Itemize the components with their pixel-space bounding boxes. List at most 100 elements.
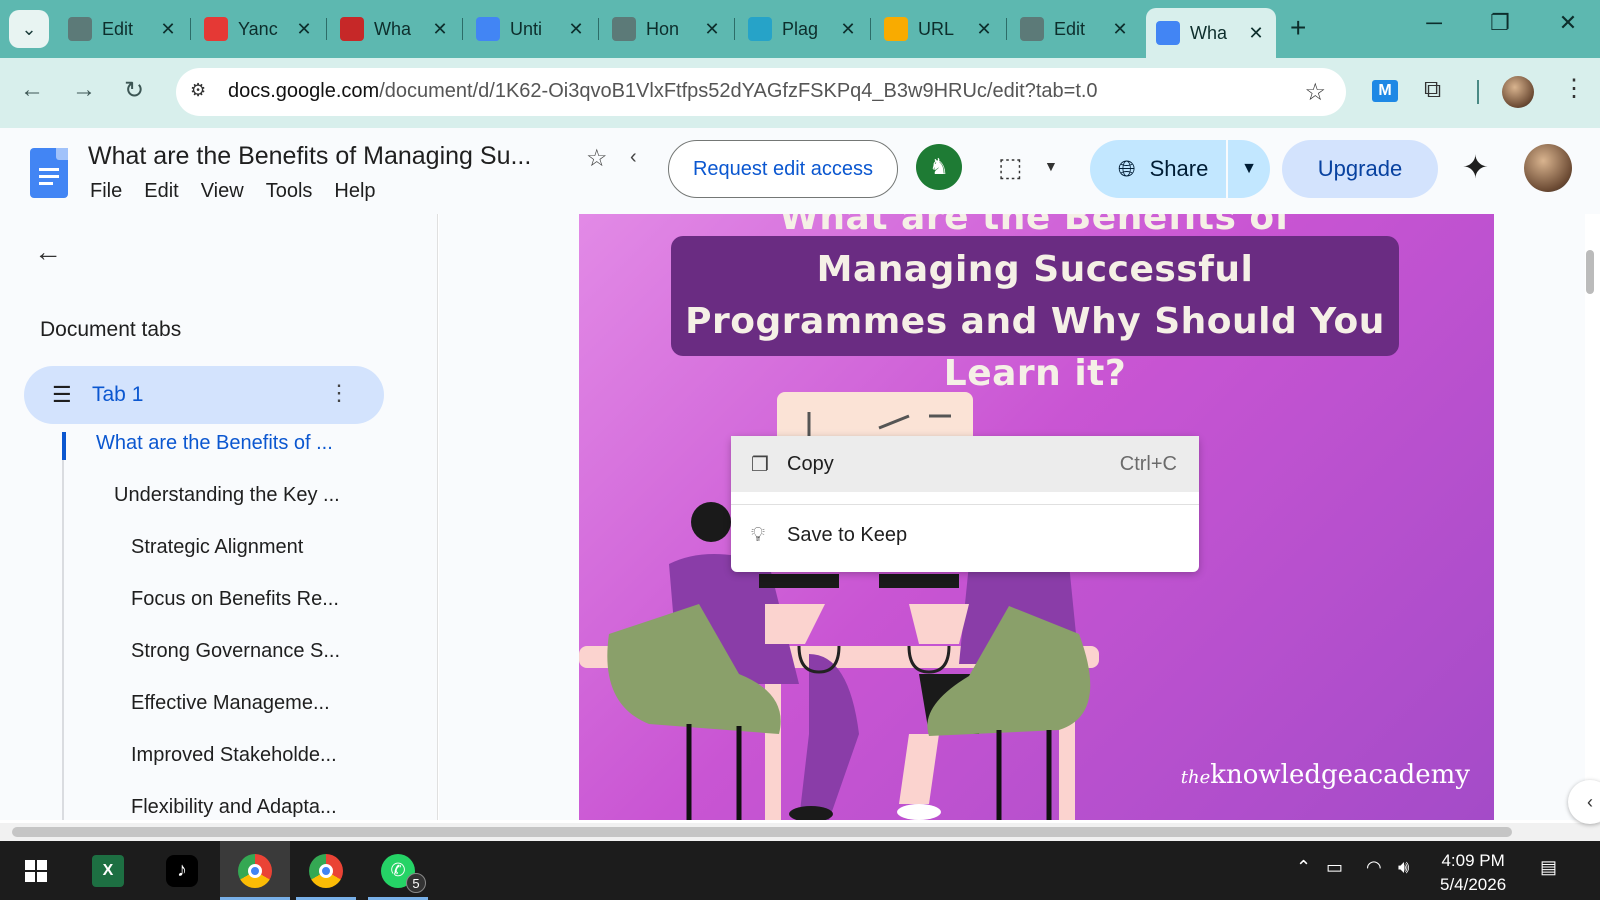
outline-item[interactable]: Effective Manageme... [131,692,330,715]
windows-taskbar: X ♪ ✆ 5 ⌃ ▭ ◠ 🔊︎ 4:09 PM 5/4/2026 ▤ [0,841,1600,900]
close-tab-icon[interactable]: ✕ [838,19,858,40]
back-button[interactable]: ← [20,76,44,104]
outline-item[interactable]: Strategic Alignment [131,536,303,559]
taskbar-excel[interactable]: X [86,841,130,900]
docs-logo-icon[interactable] [30,148,68,198]
gemini-sparkle-icon[interactable]: ✦ [1462,148,1489,186]
outline-item[interactable]: What are the Benefits of ... [96,432,333,455]
copy-menu-item[interactable]: ❐ Copy Ctrl+C [731,436,1199,492]
sidebar-item-tab-1[interactable]: ☰ Tab 1 ⋮ [24,366,384,424]
taskbar-chrome-profile-1[interactable] [220,841,290,900]
menu-tools[interactable]: Tools [266,180,313,203]
back-arrow-icon[interactable]: ← [34,236,62,268]
browser-tab-label: Wha [1190,22,1228,43]
menu-edit[interactable]: Edit [144,180,178,203]
outline-item[interactable]: Understanding the Key ... [114,484,340,507]
battery-icon[interactable]: ▭ [1326,857,1343,878]
excel-icon: X [92,854,124,887]
taskbar-tiktok[interactable]: ♪ [160,841,204,900]
taskbar-chrome-profile-2[interactable] [296,841,356,900]
forward-button[interactable]: → [72,76,96,104]
close-tab-icon[interactable]: ✕ [1110,19,1130,40]
outline-item[interactable]: Flexibility and Adapta... [131,796,337,819]
tab-search-button[interactable]: ⌄ [9,10,49,48]
analytics-icon [884,17,908,41]
outline-item[interactable]: Strong Governance S... [131,640,340,663]
save-to-keep-menu-item[interactable]: 💡︎ Save to Keep [731,507,1199,563]
new-tab-button[interactable]: + [1290,12,1306,44]
browser-tab[interactable]: Edit ✕ [1010,8,1140,50]
browser-tab[interactable]: Hon ✕ [602,8,732,50]
taskbar-whatsapp[interactable]: ✆ 5 [368,841,428,900]
reload-button[interactable]: ↻ [124,76,144,105]
vertical-scrollbar[interactable] [1586,250,1594,294]
restore-button[interactable]: ❐ [1480,10,1520,36]
horizontal-scrollbar[interactable] [12,827,1512,837]
close-tab-icon[interactable]: ✕ [430,19,450,40]
taskbar-clock[interactable]: 4:09 PM 5/4/2026 [1440,849,1506,897]
profile-avatar[interactable] [1502,76,1534,108]
yandex-icon [204,17,228,41]
show-hidden-icons-chevron[interactable]: ⌃ [1296,857,1311,878]
minimize-button[interactable]: ─ [1414,10,1454,36]
close-tab-icon[interactable]: ✕ [974,19,994,40]
share-dropdown-button[interactable]: ▼ [1228,140,1270,198]
browser-tab[interactable]: Yanc ✕ [194,8,324,50]
chevron-left-icon[interactable]: ‹ [630,146,637,169]
tab-separator [870,18,871,40]
save-to-keep-label: Save to Keep [787,523,908,546]
tab-separator [1006,18,1007,40]
close-tab-icon[interactable]: ✕ [702,19,722,40]
browser-menu-icon[interactable]: ⋮ [1562,74,1586,103]
wifi-icon[interactable]: ◠ [1366,857,1382,878]
notifications-icon[interactable]: ▤ [1540,857,1557,878]
menu-file[interactable]: File [90,180,122,203]
browser-tab[interactable]: Edit ✕ [58,8,188,50]
extension-m-icon[interactable]: M [1372,80,1398,102]
close-tab-icon[interactable]: ✕ [294,19,314,40]
document-tabs-heading: Document tabs [40,318,182,341]
c-icon [748,17,772,41]
addon-green-icon[interactable]: ♞ [916,144,962,190]
share-button[interactable]: 🌐︎ Share [1090,140,1226,198]
request-edit-access-button[interactable]: Request edit access [668,140,898,198]
chevron-left-icon: ‹ [1587,791,1593,812]
menu-help[interactable]: Help [334,180,375,203]
volume-icon[interactable]: 🔊︎ [1398,857,1409,878]
start-button[interactable] [14,841,58,900]
menu-view[interactable]: View [201,180,244,203]
tab-options-icon[interactable]: ⋮ [328,380,350,406]
bookmark-star-icon[interactable]: ☆ [1304,78,1326,107]
extensions-puzzle-icon[interactable]: ⧉ [1424,76,1441,104]
chrome-icon [309,853,343,888]
browser-tab[interactable]: Wha ✕ [330,8,460,50]
meet-camera-icon[interactable]: ⬚ [998,152,1023,183]
meet-dropdown-icon[interactable]: ▼ [1044,158,1058,174]
clock-date: 5/4/2026 [1440,875,1507,894]
menu-divider [731,504,1199,505]
document-title[interactable]: What are the Benefits of Managing Su... [88,142,531,171]
browser-tab-label: Plag [782,18,819,39]
outline-item[interactable]: Focus on Benefits Re... [131,588,339,611]
browser-tab-label: Wha [374,18,412,39]
star-icon[interactable]: ☆ [586,144,608,173]
close-window-button[interactable]: ✕ [1548,10,1588,36]
close-tab-icon[interactable]: ✕ [566,19,586,40]
tab-separator [598,18,599,40]
tab-separator [326,18,327,40]
close-tab-icon[interactable]: ✕ [158,19,178,40]
browser-tab[interactable]: URL ✕ [874,8,1004,50]
site-settings-icon[interactable]: ⚙ [190,80,206,101]
browser-tab[interactable]: Wha ✕ [1146,8,1276,58]
address-bar[interactable]: ⚙ docs.google.com/document/d/1K62-Oi3qvo… [176,68,1346,116]
browser-tab-label: URL [918,18,955,39]
url-text[interactable]: docs.google.com/document/d/1K62-Oi3qvoB1… [228,80,1098,103]
browser-tab[interactable]: Unti ✕ [466,8,596,50]
browser-tab[interactable]: Plag ✕ [738,8,868,50]
watermark-the: the [1180,767,1211,788]
account-avatar[interactable] [1524,144,1572,192]
outline-item[interactable]: Improved Stakeholde... [131,744,337,767]
close-tab-icon[interactable]: ✕ [1246,23,1266,44]
upgrade-button[interactable]: Upgrade [1282,140,1438,198]
windows-logo-icon [25,859,47,882]
